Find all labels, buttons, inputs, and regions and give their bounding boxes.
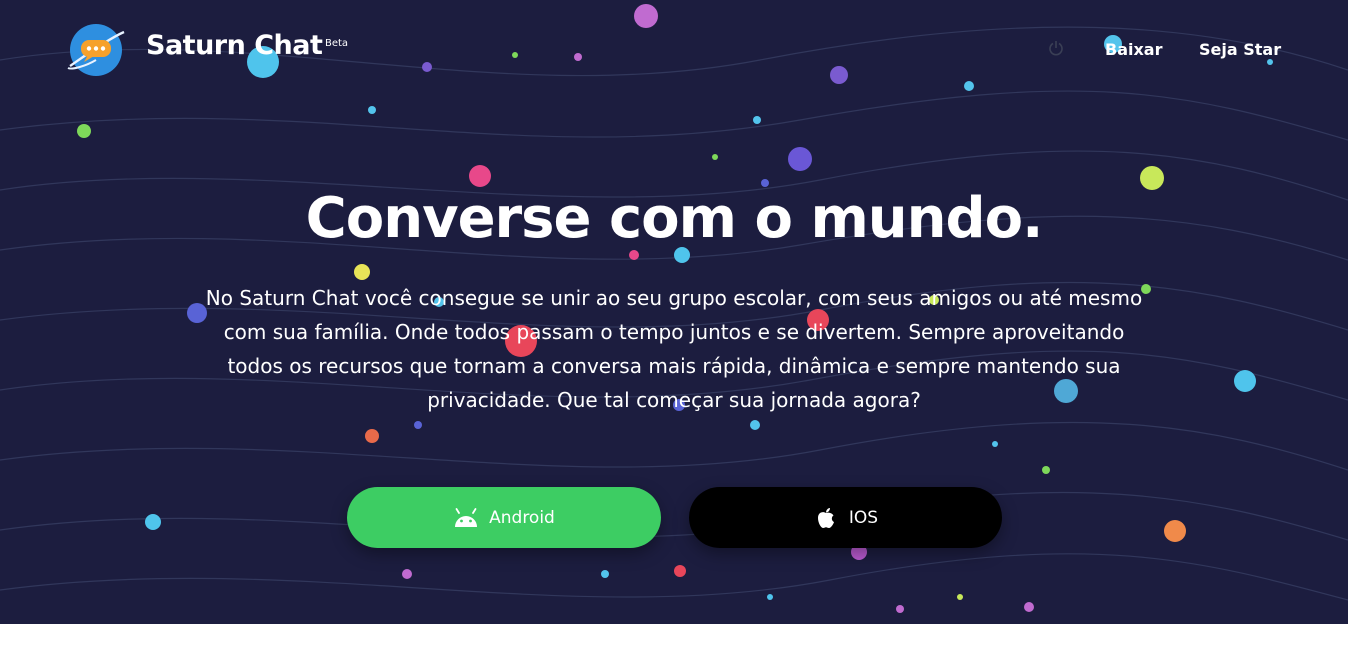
android-download-button[interactable]: Android — [347, 487, 661, 548]
power-icon[interactable] — [1048, 40, 1064, 56]
ios-download-button[interactable]: IOS — [689, 487, 1002, 548]
hero-section: Saturn Chat Beta Baixar Seja Star Conver… — [0, 0, 1348, 624]
saturn-chat-logo-icon[interactable] — [66, 22, 126, 78]
nav-link-seja-star[interactable]: Seja Star — [1199, 40, 1281, 59]
android-icon — [455, 507, 478, 527]
brand-name[interactable]: Saturn Chat — [146, 30, 323, 61]
site-header: Saturn Chat Beta Baixar Seja Star — [0, 0, 1348, 100]
apple-icon — [817, 507, 834, 528]
hero-title: Converse com o mundo. — [305, 186, 1044, 251]
nav-link-baixar[interactable]: Baixar — [1105, 40, 1162, 59]
ios-button-label: IOS — [848, 507, 879, 528]
android-button-label: Android — [489, 507, 555, 528]
hero-description: No Saturn Chat você consegue se unir ao … — [205, 286, 1143, 412]
beta-badge: Beta — [325, 38, 349, 49]
